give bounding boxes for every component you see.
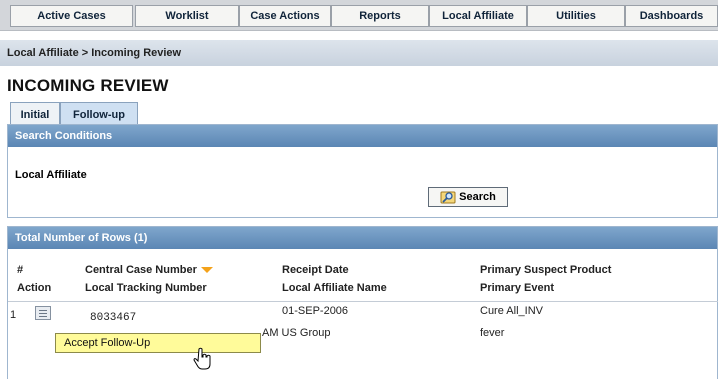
tab-follow-up[interactable]: Follow-up [60, 102, 138, 126]
results-panel: Total Number of Rows (1) [7, 226, 718, 379]
nav-tab-reports[interactable]: Reports [331, 5, 429, 27]
nav-tab-worklist[interactable]: Worklist [135, 5, 239, 27]
sort-descending-icon [200, 267, 213, 274]
nav-tab-case-actions[interactable]: Case Actions [239, 5, 331, 27]
search-icon [440, 190, 456, 204]
receipt-date-cell: 01-SEP-2006 [282, 305, 349, 317]
col-header-local-tracking-number[interactable]: Local Tracking Number [85, 279, 207, 297]
primary-event-cell: fever [480, 327, 505, 339]
nav-tab-local-affiliate[interactable]: Local Affiliate [429, 5, 527, 27]
hand-cursor-icon [193, 347, 211, 370]
nav-tab-active-cases[interactable]: Active Cases [10, 5, 133, 27]
col-header-number: # [17, 264, 24, 276]
search-button-label: Search [459, 191, 496, 203]
col-header-action: Action [17, 282, 52, 294]
context-menu-accept-follow-up[interactable]: Accept Follow-Up [55, 333, 261, 353]
col-header-receipt-date[interactable]: Receipt Date [282, 261, 349, 279]
search-conditions-panel: Search Conditions Local Affiliate Search [7, 124, 718, 218]
top-navigation: Active Cases Worklist Case Actions Repor… [0, 0, 718, 31]
search-button[interactable]: Search [428, 187, 508, 207]
local-affiliate-name-cell: AM US Group [262, 327, 331, 339]
col-header-primary-suspect-product[interactable]: Primary Suspect Product [480, 261, 611, 279]
nav-tab-dashboards[interactable]: Dashboards [625, 5, 718, 27]
col-header-primary-event[interactable]: Primary Event [480, 279, 554, 297]
nav-tab-utilities[interactable]: Utilities [527, 5, 625, 27]
breadcrumb-bar: Local Affiliate > Incoming Review [0, 40, 718, 66]
row-number: 1 [10, 309, 17, 321]
central-case-number-cell[interactable]: 8033467 [90, 309, 136, 327]
page-title: INCOMING REVIEW [7, 76, 169, 95]
breadcrumb: Local Affiliate > Incoming Review [7, 47, 182, 59]
tab-initial[interactable]: Initial [10, 102, 60, 126]
header-divider [8, 301, 718, 302]
local-affiliate-label: Local Affiliate [15, 169, 87, 181]
results-header: Total Number of Rows (1) [8, 227, 717, 249]
col-header-local-affiliate-name[interactable]: Local Affiliate Name [282, 279, 387, 297]
col-header-central-case-number[interactable]: Central Case Number [85, 261, 213, 279]
search-conditions-header: Search Conditions [8, 125, 717, 147]
central-case-number-label: Central Case Number [85, 264, 197, 276]
primary-suspect-product-cell: Cure All_INV [480, 305, 543, 317]
row-action-icon[interactable] [35, 306, 51, 320]
